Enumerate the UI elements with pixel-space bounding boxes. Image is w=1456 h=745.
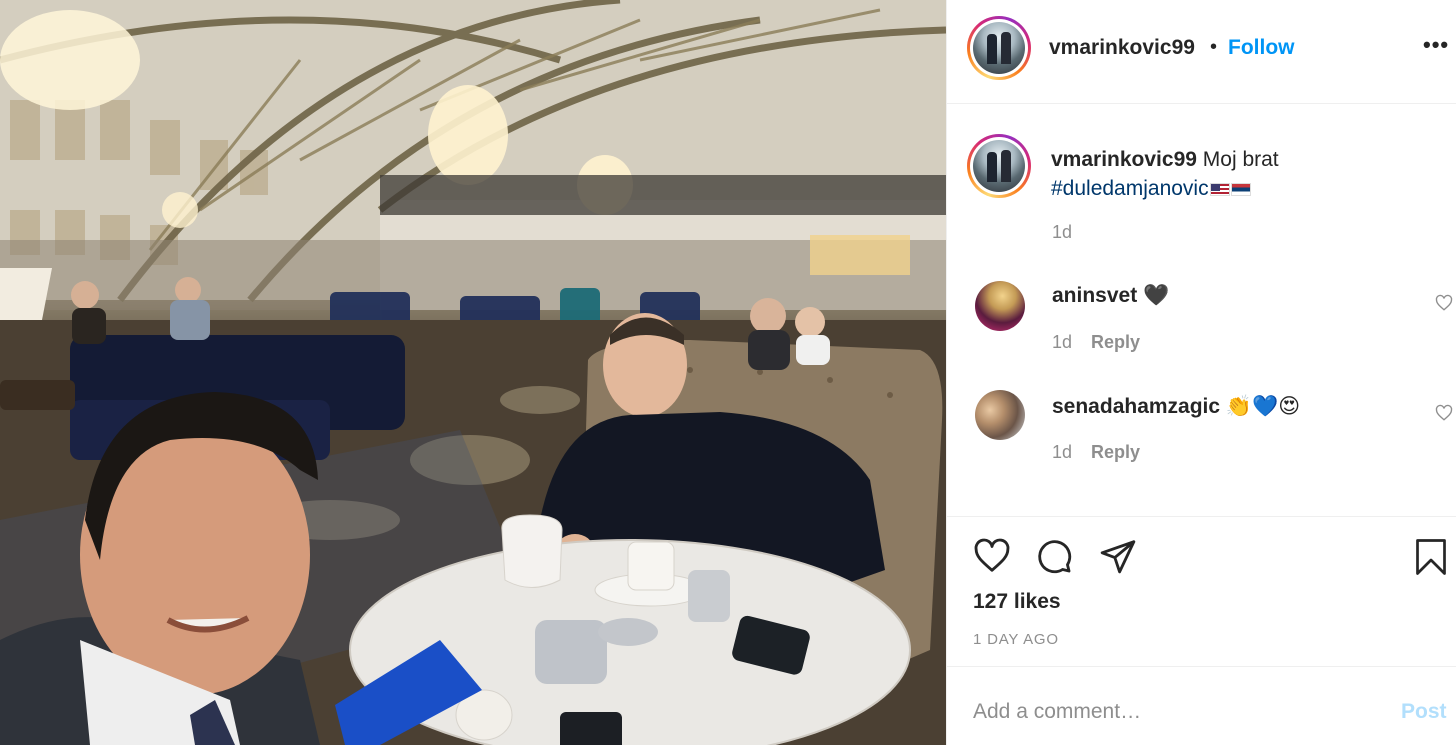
serbia-flag-icon [1230,183,1251,196]
reply-button[interactable]: Reply [1091,332,1140,353]
add-comment-bar: Post [947,666,1456,745]
post-caption: vmarinkovic99 Moj brat #duledamjanovic [1051,145,1431,203]
comment-item: senadahamzagic 👏💙😍 [1052,394,1300,419]
comment-icon[interactable] [1035,537,1073,575]
like-count[interactable]: 127 likes [973,590,1061,614]
more-options-icon[interactable]: ••• [1423,32,1449,58]
commenter-avatar[interactable] [975,281,1025,331]
bookmark-icon[interactable] [1413,537,1449,577]
like-comment-heart-icon[interactable] [1435,294,1453,312]
post-header: vmarinkovic99 • Follow ••• [947,0,1456,104]
comment-text: 🖤 [1143,284,1170,307]
comment-input[interactable] [973,697,1373,727]
follow-button[interactable]: Follow [1228,36,1295,60]
caption-text: Moj brat [1202,148,1279,171]
caption-hashtag[interactable]: #duledamjanovic [1051,177,1209,200]
separator-dot: • [1210,36,1218,58]
post-button[interactable]: Post [1401,700,1447,724]
commenter-avatar[interactable] [975,390,1025,440]
like-comment-heart-icon[interactable] [1435,404,1453,422]
comment-username[interactable]: aninsvet [1052,284,1137,307]
caption-username[interactable]: vmarinkovic99 [1051,148,1197,171]
post-date[interactable]: 1 DAY AGO [973,631,1059,648]
post-actions: 127 likes 1 DAY AGO [947,516,1456,666]
comment-time[interactable]: 1d [1052,442,1072,463]
us-flag-icon [1209,183,1230,196]
post-photo[interactable] [0,0,946,745]
comment-item: aninsvet 🖤 [1052,284,1169,308]
post-side-panel: vmarinkovic99 • Follow ••• vmarinkovic99… [946,0,1456,745]
caption-time[interactable]: 1d [1052,222,1072,243]
author-avatar[interactable] [967,16,1031,80]
share-icon[interactable] [1099,537,1137,575]
comment-time[interactable]: 1d [1052,332,1072,353]
author-username[interactable]: vmarinkovic99 [1049,36,1195,60]
comment-username[interactable]: senadahamzagic [1052,395,1220,418]
photo-illustration [0,0,946,745]
caption-author-avatar[interactable] [967,134,1031,198]
reply-button[interactable]: Reply [1091,442,1140,463]
comment-text: 👏💙😍 [1225,395,1301,418]
heart-icon[interactable] [973,537,1011,575]
